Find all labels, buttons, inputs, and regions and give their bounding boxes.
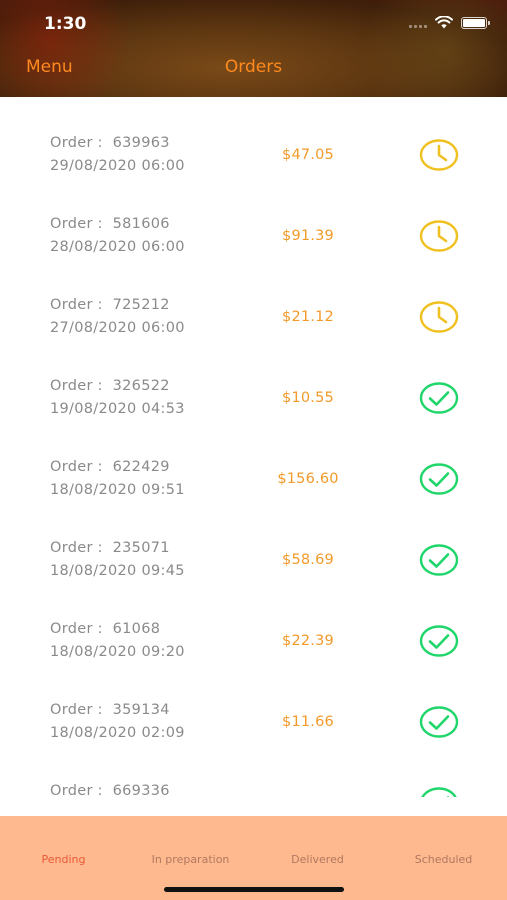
tab-pending[interactable]: Pending xyxy=(0,853,127,866)
order-price: $47.05 xyxy=(282,147,334,163)
wifi-icon xyxy=(435,16,453,29)
order-number: Order : 639963 xyxy=(50,135,170,151)
order-row[interactable]: Order : 639963 29/08/2020 06:00 $47.05 xyxy=(0,97,507,178)
order-row[interactable]: Order : 581606 28/08/2020 06:00 $91.39 xyxy=(0,178,507,259)
menu-button[interactable]: Menu xyxy=(26,57,73,77)
order-number: Order : 359134 xyxy=(50,702,170,718)
nav-header: 1:30 Menu Orders xyxy=(0,0,507,97)
order-price: $10.55 xyxy=(282,390,334,406)
page-title: Orders xyxy=(224,57,283,77)
order-price: $21.12 xyxy=(282,309,334,325)
order-date: 18/08/2020 09:51 xyxy=(50,482,185,498)
order-price: $11.66 xyxy=(282,714,334,730)
order-number: Order : 61068 xyxy=(50,621,161,637)
order-price: $22.39 xyxy=(282,633,334,649)
order-number: Order : 235071 xyxy=(50,540,170,556)
order-date: 28/08/2020 06:00 xyxy=(50,239,185,255)
clock-icon xyxy=(419,220,459,252)
status-time: 1:30 xyxy=(44,14,87,34)
order-row[interactable]: Order : 61068 18/08/2020 09:20 $22.39 xyxy=(0,583,507,664)
order-date: 18/08/2020 02:09 xyxy=(50,725,185,741)
tab-in-preparation[interactable]: In preparation xyxy=(127,853,254,866)
tab-delivered[interactable]: Delivered xyxy=(254,853,381,866)
check-circle-icon xyxy=(419,544,459,576)
order-row[interactable]: Order : 725212 27/08/2020 06:00 $21.12 xyxy=(0,259,507,340)
order-price: $58.69 xyxy=(282,552,334,568)
tab-bar: Pending In preparation Delivered Schedul… xyxy=(0,816,507,900)
home-indicator xyxy=(164,887,344,892)
order-price: $156.60 xyxy=(277,471,339,487)
order-row[interactable]: Order : 669336 xyxy=(0,745,507,797)
check-circle-icon xyxy=(419,382,459,414)
battery-icon xyxy=(461,16,490,29)
orders-list[interactable]: Order : 639963 29/08/2020 06:00 $47.05 Orde… xyxy=(0,97,507,797)
order-date: 27/08/2020 06:00 xyxy=(50,320,185,336)
cellular-signal-icon xyxy=(409,18,427,28)
order-row[interactable]: Order : 326522 19/08/2020 04:53 $10.55 xyxy=(0,340,507,421)
clock-icon xyxy=(419,301,459,333)
check-circle-icon xyxy=(421,787,457,797)
order-price: $91.39 xyxy=(282,228,334,244)
order-number: Order : 326522 xyxy=(50,378,170,394)
order-date: 18/08/2020 09:45 xyxy=(50,563,185,579)
clock-icon xyxy=(419,139,459,171)
order-date: 19/08/2020 04:53 xyxy=(50,401,185,417)
order-row[interactable]: Order : 359134 18/08/2020 02:09 $11.66 xyxy=(0,664,507,745)
order-number: Order : 581606 xyxy=(50,216,170,232)
order-number: Order : 725212 xyxy=(50,297,170,313)
order-number: Order : 622429 xyxy=(50,459,170,475)
order-row[interactable]: Order : 622429 18/08/2020 09:51 $156.60 xyxy=(0,421,507,502)
order-date: 29/08/2020 06:00 xyxy=(50,158,185,174)
check-circle-icon xyxy=(419,463,459,495)
check-circle-icon xyxy=(419,625,459,657)
order-date: 18/08/2020 09:20 xyxy=(50,644,185,660)
status-indicators xyxy=(409,16,490,29)
check-circle-icon xyxy=(419,706,459,738)
tab-scheduled[interactable]: Scheduled xyxy=(380,853,507,866)
order-row[interactable]: Order : 235071 18/08/2020 09:45 $58.69 xyxy=(0,502,507,583)
order-number: Order : 669336 xyxy=(50,783,170,797)
